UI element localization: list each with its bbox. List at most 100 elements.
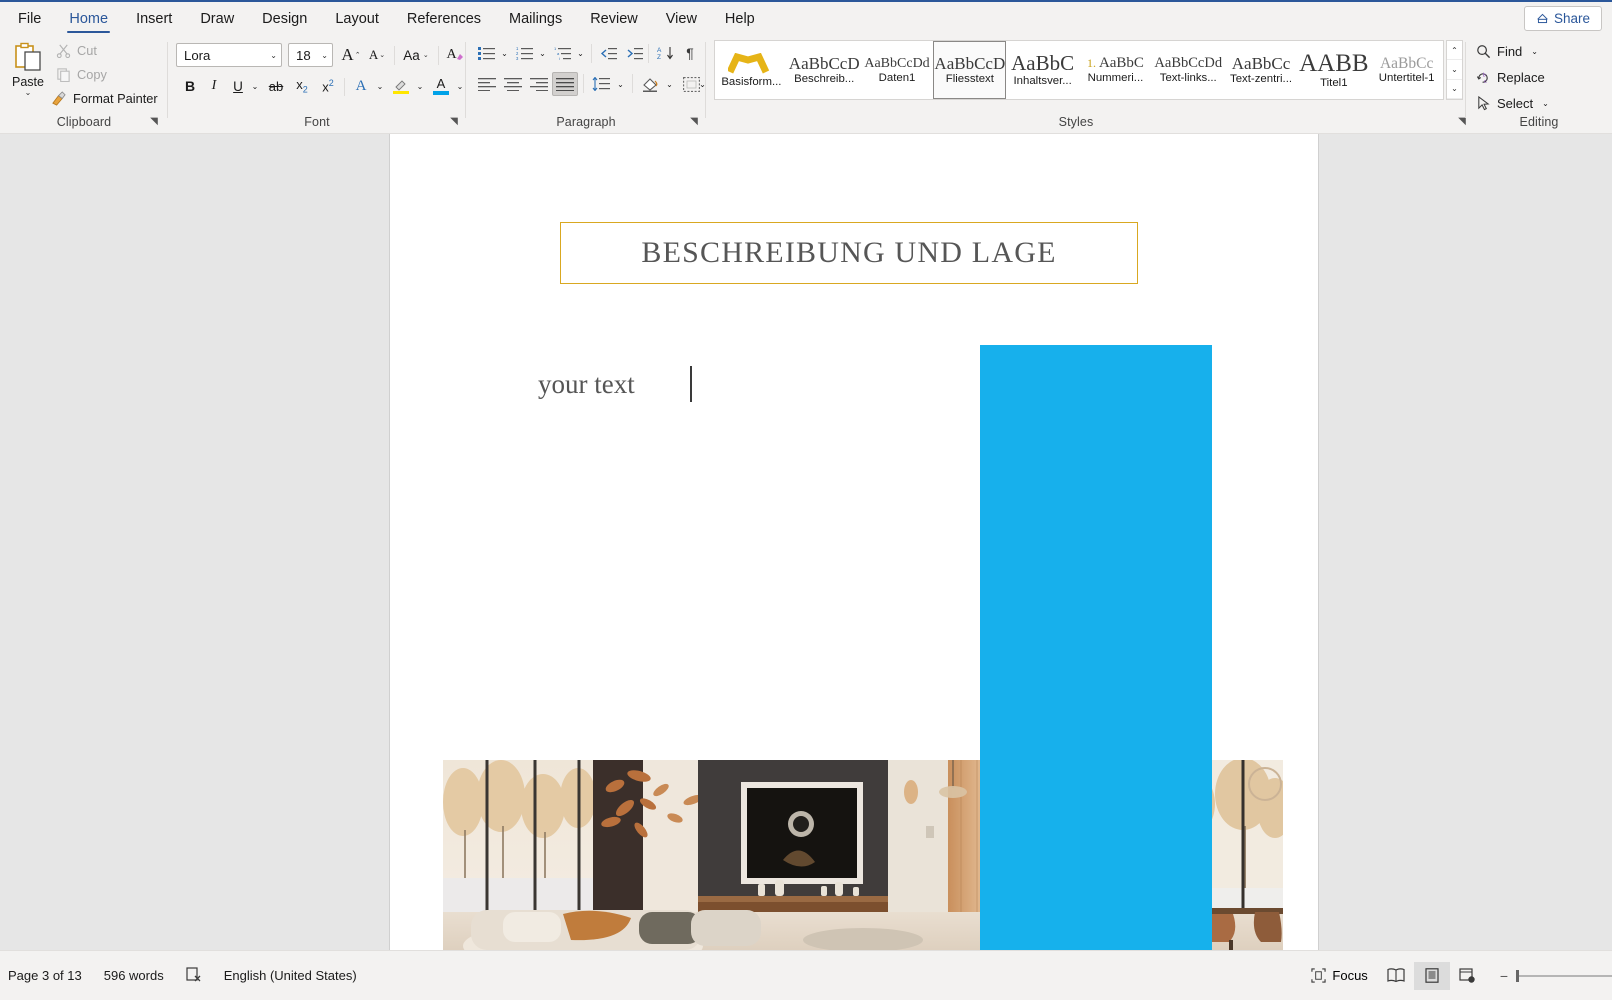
font-dialog-launcher[interactable]: ◥ <box>448 116 460 128</box>
zoom-slider-thumb[interactable] <box>1516 969 1519 982</box>
numbering-button[interactable]: 1 2 3 <box>512 42 536 64</box>
share-button[interactable]: Share <box>1523 6 1602 31</box>
style-item-nummerierung[interactable]: 1. AaBbC Nummeri... <box>1079 41 1152 99</box>
highlight-dropdown[interactable]: ⌄ <box>413 75 427 97</box>
style-item-titel1[interactable]: AABB Titel1 <box>1297 41 1370 99</box>
document-page[interactable]: BESCHREIBUNG UND LAGE your text <box>390 134 1318 950</box>
increase-indent-button[interactable] <box>622 42 646 64</box>
style-item-text-links[interactable]: AaBbCcDd Text-links... <box>1152 41 1225 99</box>
chevron-down-icon: ⌄ <box>251 81 259 91</box>
document-heading-text: BESCHREIBUNG UND LAGE <box>641 236 1057 269</box>
numbering-dropdown[interactable]: ⌄ <box>536 42 549 64</box>
style-item-untertitel1[interactable]: AaBbCc Untertitel-1 <box>1370 41 1443 99</box>
read-mode-button[interactable] <box>1378 962 1414 990</box>
language-indicator[interactable]: English (United States) <box>224 968 357 983</box>
share-icon <box>1537 13 1548 24</box>
style-item-beschreibung[interactable]: AaBbCcD Beschreib... <box>788 41 861 99</box>
tab-references[interactable]: References <box>393 3 495 35</box>
find-button[interactable]: Find ⌄ <box>1476 40 1538 62</box>
paste-button[interactable]: Paste ⌄ <box>6 39 50 113</box>
tab-label: File <box>18 11 42 27</box>
document-heading-box[interactable]: BESCHREIBUNG UND LAGE <box>560 222 1138 284</box>
justify-button[interactable] <box>552 72 578 96</box>
change-case-button[interactable]: Aa ⌄ <box>398 43 434 67</box>
ribbon-group-font: Lora ⌄ 18 ⌄ A ⌃ A ⌄ Aa ⌄ A B I U ⌄ ab x2… <box>168 34 466 134</box>
style-item-inhaltsverzeichnis[interactable]: AaBbC Inhaltsver... <box>1006 41 1079 99</box>
paragraph-dialog-launcher[interactable]: ◥ <box>688 116 700 128</box>
styles-scroll-up-button[interactable]: ⌃ <box>1447 41 1462 61</box>
bold-button[interactable]: B <box>179 75 201 97</box>
select-button[interactable]: Select ⌄ <box>1476 92 1549 114</box>
chevron-down-icon: ⌄ <box>577 48 584 58</box>
zoom-out-button[interactable]: − <box>1500 968 1508 984</box>
font-color-button[interactable]: A <box>429 75 453 97</box>
tab-help[interactable]: Help <box>711 3 769 35</box>
line-spacing-dropdown[interactable]: ⌄ <box>614 72 627 96</box>
tab-review[interactable]: Review <box>576 3 652 35</box>
caret-down-icon: ⌄ <box>379 52 386 59</box>
style-item-basisform[interactable]: Basisform... <box>715 41 788 99</box>
align-right-button[interactable] <box>526 72 552 96</box>
line-spacing-button[interactable] <box>588 72 614 96</box>
print-layout-button[interactable] <box>1413 961 1450 990</box>
font-color-swatch <box>433 91 449 95</box>
text-effects-dropdown[interactable]: ⌄ <box>373 75 387 97</box>
print-layout-icon <box>1425 968 1439 983</box>
decrease-indent-button[interactable] <box>596 42 620 64</box>
sort-button[interactable]: A Z <box>653 42 677 64</box>
cut-button[interactable]: Cut <box>54 39 97 61</box>
tab-mailings[interactable]: Mailings <box>495 3 576 35</box>
style-item-daten1[interactable]: AaBbCcDd Daten1 <box>861 41 934 99</box>
align-center-button[interactable] <box>500 72 526 96</box>
underline-button[interactable]: U <box>227 75 249 97</box>
document-body-text[interactable]: your text <box>538 369 635 400</box>
style-name: Fliesstext <box>945 73 994 85</box>
text-effects-button[interactable]: A <box>349 75 373 97</box>
tab-home[interactable]: Home <box>55 3 122 35</box>
font-name-input[interactable]: Lora ⌄ <box>176 43 282 67</box>
status-bar-left: Page 3 of 13 596 words English (United S… <box>0 966 357 985</box>
italic-button[interactable]: I <box>203 75 225 97</box>
align-left-button[interactable] <box>474 72 500 96</box>
strikethrough-button[interactable]: ab <box>264 75 288 97</box>
shading-button[interactable] <box>637 72 663 96</box>
tab-file[interactable]: File <box>4 3 55 35</box>
tab-insert[interactable]: Insert <box>122 3 186 35</box>
bullets-button[interactable] <box>474 42 498 64</box>
focus-button[interactable]: Focus <box>1301 964 1377 987</box>
underline-dropdown[interactable]: ⌄ <box>248 75 262 97</box>
tab-layout[interactable]: Layout <box>321 3 393 35</box>
tab-draw[interactable]: Draw <box>186 3 248 35</box>
format-painter-label: Format Painter <box>73 90 158 106</box>
format-painter-button[interactable]: Format Painter <box>48 87 158 109</box>
replace-button[interactable]: b c Replace <box>1476 66 1545 88</box>
clipboard-dialog-launcher[interactable]: ◥ <box>148 116 160 128</box>
page-indicator[interactable]: Page 3 of 13 <box>8 968 82 983</box>
tab-design[interactable]: Design <box>248 3 321 35</box>
zoom-slider-track[interactable] <box>1516 969 1612 982</box>
style-item-text-zentriert[interactable]: AaBbCc Text-zentri... <box>1225 41 1298 99</box>
superscript-button[interactable]: x2 <box>316 75 340 97</box>
web-layout-button[interactable] <box>1450 962 1486 990</box>
styles-more-button[interactable]: ⌄ <box>1447 80 1462 99</box>
grow-font-button[interactable]: A ⌃ <box>338 43 364 67</box>
multilevel-list-button[interactable]: 1 a i <box>550 42 574 64</box>
font-size-input[interactable]: 18 ⌄ <box>288 43 333 67</box>
styles-scroll-down-button[interactable]: ⌄ <box>1447 60 1462 80</box>
tab-view[interactable]: View <box>652 3 711 35</box>
shading-dropdown[interactable]: ⌄ <box>663 72 676 96</box>
blue-overlay-shape-over-image[interactable] <box>980 760 1212 950</box>
zoom-slider[interactable]: − <box>1486 968 1612 984</box>
style-item-fliesstext[interactable]: AaBbCcD Fliesstext <box>933 41 1007 99</box>
text-highlight-button[interactable] <box>389 75 413 97</box>
shrink-font-button[interactable]: A ⌄ <box>364 43 390 67</box>
bullets-dropdown[interactable]: ⌄ <box>498 42 511 64</box>
document-canvas[interactable]: BESCHREIBUNG UND LAGE your text <box>0 134 1612 950</box>
multilevel-dropdown[interactable]: ⌄ <box>574 42 587 64</box>
proofing-errors-icon[interactable] <box>186 966 202 985</box>
copy-button[interactable]: Copy <box>54 63 107 85</box>
show-formatting-marks-button[interactable]: ¶ <box>679 42 701 64</box>
style-name: Text-links... <box>1159 71 1217 84</box>
subscript-button[interactable]: x2 <box>290 75 314 97</box>
word-count[interactable]: 596 words <box>104 968 164 983</box>
